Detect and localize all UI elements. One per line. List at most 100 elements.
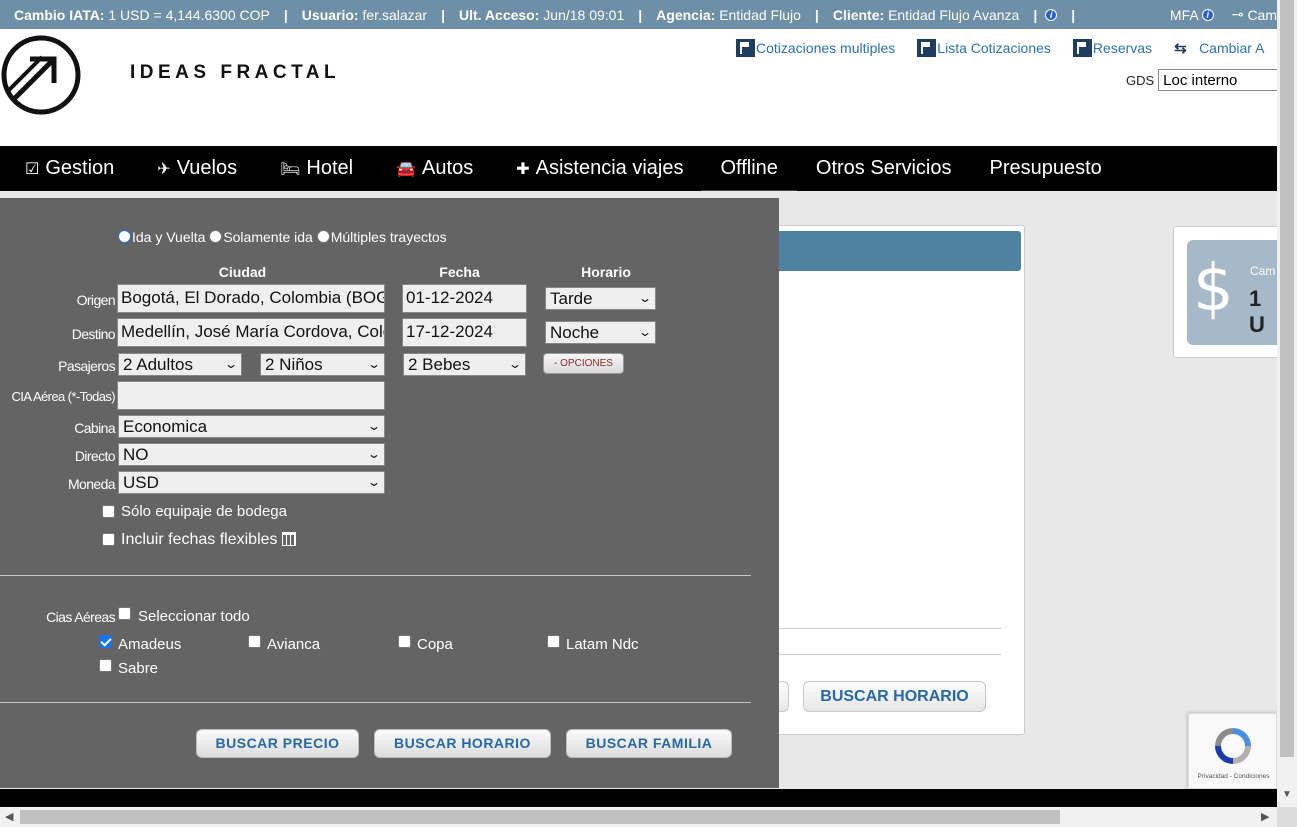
flag-icon xyxy=(917,39,937,57)
scroll-right-icon[interactable]: ▶ xyxy=(1261,810,1269,823)
solo-equipaje-checkbox[interactable] xyxy=(102,505,115,518)
link-cambiar[interactable]: ⇆ Cambiar A xyxy=(1174,39,1264,57)
airline-latam-checkbox[interactable] xyxy=(547,635,560,648)
radio-solamente-ida[interactable] xyxy=(209,230,223,243)
buscar-precio-button[interactable]: BUSCAR PRECIO xyxy=(196,729,359,758)
nav-gestion[interactable]: ☑ Gestion xyxy=(25,146,114,191)
top-info-bar: Cambio IATA: 1 USD = 4,144.6300 COP | Us… xyxy=(0,0,1277,29)
nav-offline[interactable]: Offline xyxy=(701,146,797,191)
mfa-info-icon[interactable]: i xyxy=(1201,8,1214,21)
link-reservas[interactable]: Reservas xyxy=(1072,39,1152,57)
divider xyxy=(761,628,1001,629)
select-value: NO xyxy=(123,445,149,464)
flight-search-form: Ida y Vuelta Solamente ida Múltiples tra… xyxy=(0,198,779,788)
check-square-icon: ☑ xyxy=(25,160,40,178)
origen-horario-select[interactable]: Tarde ⌄ xyxy=(545,287,656,310)
fechas-flexibles-text: Incluir fechas flexibles xyxy=(121,531,278,548)
vertical-scroll-thumb[interactable] xyxy=(1280,0,1294,757)
chevron-down-icon: ⌄ xyxy=(366,475,382,489)
destino-horario-select[interactable]: Noche ⌄ xyxy=(545,321,656,344)
agency-info: Agencia: Entidad Flujo xyxy=(656,6,801,23)
trip-type-group: Ida y Vuelta Solamente ida Múltiples tra… xyxy=(118,229,447,245)
opciones-button[interactable]: - OPCIONES xyxy=(543,353,624,374)
header-links: Cotizaciones multiples Lista Cotizacione… xyxy=(736,39,1286,57)
brand-name: IDEAS FRACTAL xyxy=(130,62,341,83)
ninos-select[interactable]: 2 Niños ⌄ xyxy=(260,353,385,376)
car-icon: 🚘 xyxy=(396,160,417,178)
user-info: Usuario: fer.salazar xyxy=(301,6,428,23)
nav-otros-servicios[interactable]: Otros Servicios xyxy=(816,146,952,191)
cabina-select[interactable]: Economica ⌄ xyxy=(118,415,385,438)
calendar-icon[interactable] xyxy=(281,532,296,546)
radio-ida-vuelta[interactable] xyxy=(118,230,131,243)
bebes-select[interactable]: 2 Bebes ⌄ xyxy=(403,353,526,376)
scroll-left-icon[interactable]: ◀ xyxy=(5,810,13,823)
origen-input[interactable]: Bogotá, El Dorado, Colombia (BOG) xyxy=(117,284,385,313)
header: IDEAS FRACTAL Cotizaciones multiples Lis… xyxy=(0,29,1289,146)
last-access: Ult. Acceso: Jun/18 09:01 xyxy=(459,6,625,23)
destino-date-input[interactable]: 17-12-2024 xyxy=(402,318,527,347)
airline-latam-label: Latam Ndc xyxy=(566,636,639,653)
airline-amadeus-checkbox[interactable] xyxy=(99,635,112,648)
gds-input[interactable] xyxy=(1158,69,1289,91)
exchange-rate: Cambio IATA: 1 USD = 4,144.6300 COP xyxy=(14,6,270,23)
col-header-fecha: Fecha xyxy=(439,264,480,280)
pasajeros-label: Pasajeros xyxy=(58,358,115,374)
link-label: Cotizaciones multiples xyxy=(756,40,896,56)
nav-vuelos[interactable]: ✈ Vuelos xyxy=(157,146,237,191)
airline-sabre-checkbox[interactable] xyxy=(99,659,112,672)
rate-card-label: Cam xyxy=(1250,264,1276,278)
buscar-familia-button[interactable]: BUSCAR FAMILIA xyxy=(566,729,732,758)
select-value: 2 Adultos xyxy=(123,355,193,374)
origen-date-input[interactable]: 01-12-2024 xyxy=(402,284,527,313)
radio-label: Múltiples trayectos xyxy=(330,229,447,245)
separator: | xyxy=(283,6,288,23)
fechas-flexibles-checkbox[interactable] xyxy=(102,533,115,546)
flag-icon xyxy=(1072,39,1092,57)
directo-select[interactable]: NO ⌄ xyxy=(118,443,385,466)
nav-presupuesto[interactable]: Presupuesto xyxy=(990,146,1102,191)
separator: | xyxy=(441,6,445,23)
link-lista-cotizaciones[interactable]: Lista Cotizaciones xyxy=(917,39,1051,57)
fractal-logo-icon xyxy=(1,35,81,115)
divider xyxy=(0,575,751,576)
buscar-horario-button[interactable]: BUSCAR HORARIO xyxy=(374,729,551,758)
select-value: 2 Niños xyxy=(265,355,323,374)
vertical-scrollbar[interactable]: ▼ xyxy=(1277,0,1297,807)
horizontal-scrollbar[interactable]: ◀ ▶ xyxy=(0,807,1277,827)
cam-link[interactable]: Cam xyxy=(1247,7,1277,23)
radio-multiples-trayectos[interactable] xyxy=(316,230,330,243)
cia-input[interactable] xyxy=(117,381,385,410)
exchange-rate-card-body: $ Cam 1 U xyxy=(1187,240,1278,345)
horizontal-scroll-thumb[interactable] xyxy=(20,810,1060,824)
destino-input[interactable]: Medellín, José María Cordova, Colombia (… xyxy=(117,318,385,347)
scroll-down-icon[interactable]: ▼ xyxy=(1282,789,1292,800)
link-cotizaciones-multiples[interactable]: Cotizaciones multiples xyxy=(736,39,895,57)
recaptcha-badge[interactable]: Privacidad - Condiciones xyxy=(1188,713,1277,789)
results-panel xyxy=(760,225,1025,735)
background-buscar-horario-button[interactable]: BUSCAR HORARIO xyxy=(803,681,986,712)
airline-sabre-label: Sabre xyxy=(118,660,159,677)
adultos-select[interactable]: 2 Adultos ⌄ xyxy=(118,353,242,376)
origen-label: Origen xyxy=(76,292,116,308)
chevron-down-icon: ⌄ xyxy=(366,357,382,371)
nav-label: Hotel xyxy=(306,157,354,179)
directo-label: Directo xyxy=(74,448,116,464)
airline-avianca-checkbox[interactable] xyxy=(248,635,261,648)
gds-selector: GDS xyxy=(1126,69,1289,91)
seleccionar-todo-label: Seleccionar todo xyxy=(138,608,250,625)
nav-hotel[interactable]: 🛏 Hotel xyxy=(280,146,353,191)
separator: | xyxy=(1071,6,1076,23)
chevron-down-icon: ⌄ xyxy=(507,357,523,371)
fechas-flexibles-label: Incluir fechas flexibles xyxy=(121,531,296,549)
airline-copa-checkbox[interactable] xyxy=(398,635,411,648)
dollar-icon: $ xyxy=(1193,252,1234,326)
info-icon[interactable]: i xyxy=(1045,8,1058,21)
flag-icon xyxy=(736,39,755,57)
results-panel-header xyxy=(761,231,1021,271)
moneda-select[interactable]: USD ⌄ xyxy=(118,471,385,494)
nav-asistencia[interactable]: ✚ Asistencia viajes xyxy=(516,146,683,191)
nav-autos[interactable]: 🚘 Autos xyxy=(396,146,473,191)
seleccionar-todo-checkbox[interactable] xyxy=(118,607,131,620)
select-value: Economica xyxy=(123,417,208,436)
